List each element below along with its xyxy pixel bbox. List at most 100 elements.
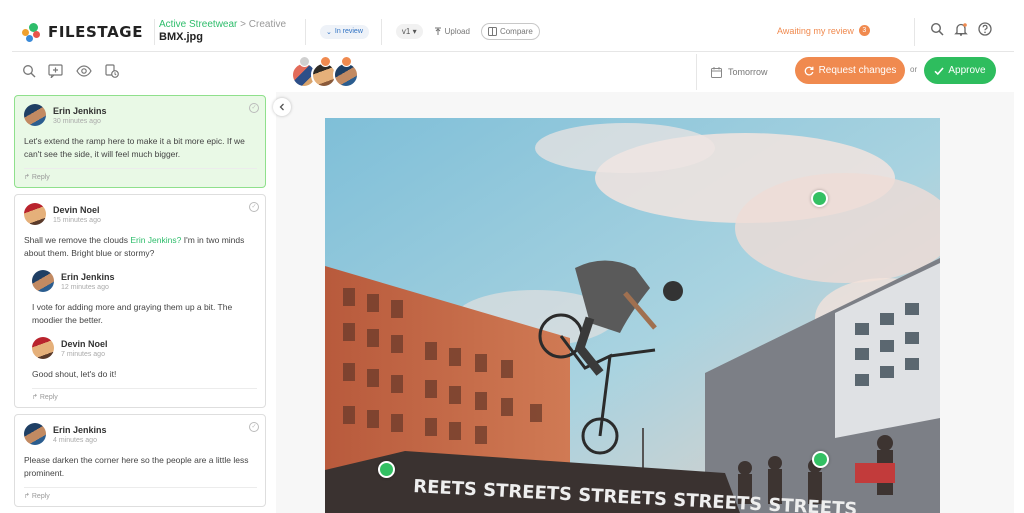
refresh-icon xyxy=(804,66,814,76)
zoom-icon[interactable] xyxy=(22,64,36,78)
resolve-check-icon[interactable]: ✓ xyxy=(249,103,259,113)
due-date[interactable]: Tomorrow xyxy=(696,54,768,90)
compare-button[interactable]: Compare xyxy=(480,23,540,40)
header-divider xyxy=(305,18,306,45)
comment-author: Erin Jenkins xyxy=(53,424,107,435)
comment-card[interactable]: ✓ Devin Noel 15 minutes ago Shall we rem… xyxy=(14,194,266,408)
avatar xyxy=(24,423,46,445)
user-mention[interactable]: Erin Jenkins? xyxy=(130,235,181,245)
compare-versions-icon[interactable] xyxy=(104,64,120,78)
logo[interactable]: FILESTAGE xyxy=(12,22,154,42)
upload-button[interactable]: Upload xyxy=(428,24,476,39)
chevron-down-icon: ▾ xyxy=(412,27,417,36)
reply-time: 7 minutes ago xyxy=(61,350,105,358)
reply-link[interactable]: ↱ Reply xyxy=(32,393,257,402)
search-icon[interactable] xyxy=(930,22,944,36)
reply-icon: ↱ xyxy=(32,394,38,401)
upload-icon xyxy=(434,27,441,35)
breadcrumb: Active Streetwear > Creative BMX.jpg xyxy=(155,19,305,44)
reply-label: Reply xyxy=(31,492,50,500)
presence-indicator xyxy=(341,56,352,67)
version-label: v1 xyxy=(401,27,411,36)
review-app: FILESTAGE Active Streetwear > Creative B… xyxy=(0,0,1024,513)
request-changes-button[interactable]: Request changes xyxy=(795,57,905,84)
comment-time: 30 minutes ago xyxy=(53,117,101,125)
divider xyxy=(32,388,257,389)
annotation-pin[interactable] xyxy=(811,190,828,207)
avatar xyxy=(32,337,54,359)
divider xyxy=(24,487,257,488)
header-divider xyxy=(380,18,382,45)
review-image[interactable]: REETS STREETS STREETS STREETS STREETS xyxy=(325,118,940,513)
reviewers-avatars[interactable] xyxy=(291,56,363,90)
reply-item: Erin Jenkins 12 minutes ago I vote for a… xyxy=(32,270,257,327)
breadcrumb-project[interactable]: Active Streetwear xyxy=(159,19,237,30)
header-divider xyxy=(914,18,915,46)
comment-text: Shall we remove the clouds Erin Jenkins?… xyxy=(24,234,257,260)
reply-label: Reply xyxy=(31,173,50,181)
reply-time: 12 minutes ago xyxy=(61,283,109,291)
avatar xyxy=(24,104,46,126)
header-icons xyxy=(930,22,992,36)
status-dropdown[interactable]: ⌄ In review xyxy=(320,24,369,39)
logo-icon xyxy=(22,22,42,42)
due-date-label: Tomorrow xyxy=(728,67,768,77)
comment-card[interactable]: ✓ Erin Jenkins 30 minutes ago Let's exte… xyxy=(14,95,266,188)
comments-sidebar: ✓ Erin Jenkins 30 minutes ago Let's exte… xyxy=(14,95,266,513)
version-dropdown[interactable]: v1 ▾ xyxy=(395,24,423,39)
collapse-sidebar-button[interactable] xyxy=(273,98,291,116)
review-toolbar: Tomorrow Request changes or Approve xyxy=(12,54,1014,90)
presence-indicator xyxy=(320,56,331,67)
comment-text: Please darken the corner here so the peo… xyxy=(24,455,249,478)
help-icon[interactable] xyxy=(978,22,992,36)
reply-icon: ↱ xyxy=(24,174,30,181)
annotation-tools xyxy=(22,64,120,78)
presence-indicator xyxy=(299,56,310,67)
bmx-photo: REETS STREETS STREETS STREETS STREETS xyxy=(325,118,940,513)
comment-text: Let's extend the ramp here to make it a … xyxy=(24,136,245,159)
comment-author: Devin Noel xyxy=(53,204,100,215)
reply-link[interactable]: ↱ Reply xyxy=(24,492,257,501)
comment-time: 4 minutes ago xyxy=(53,436,97,444)
comment-author: Erin Jenkins xyxy=(53,105,107,116)
reply-author: Erin Jenkins xyxy=(61,271,115,282)
compare-label: Compare xyxy=(499,27,533,36)
comment-time: 15 minutes ago xyxy=(53,216,101,224)
comment-card[interactable]: ✓ Erin Jenkins 4 minutes ago Please dark… xyxy=(14,414,266,507)
reply-text: I vote for adding more and graying them … xyxy=(32,302,233,325)
annotation-pin[interactable] xyxy=(812,451,829,468)
comment-text-part: Shall we remove the clouds xyxy=(24,235,131,245)
logo-text: FILESTAGE xyxy=(48,22,144,41)
compare-icon xyxy=(487,27,497,36)
check-icon xyxy=(934,66,944,75)
awaiting-label: Awaiting my review xyxy=(777,25,854,36)
file-name: BMX.jpg xyxy=(159,30,203,43)
calendar-icon xyxy=(711,66,722,78)
top-bar: FILESTAGE Active Streetwear > Creative B… xyxy=(12,12,1014,52)
reply-icon: ↱ xyxy=(24,493,30,500)
eye-icon[interactable] xyxy=(76,64,92,78)
upload-label: Upload xyxy=(444,27,470,36)
reply-link[interactable]: ↱ Reply xyxy=(24,173,257,182)
avatar xyxy=(24,203,46,225)
reply-item: Devin Noel 7 minutes ago Good shout, let… xyxy=(32,337,257,381)
approve-button[interactable]: Approve xyxy=(924,57,996,84)
bell-icon[interactable] xyxy=(954,22,968,36)
chevron-left-icon xyxy=(279,103,284,111)
annotation-pin[interactable] xyxy=(378,461,395,478)
divider xyxy=(24,168,257,169)
reply-label: Reply xyxy=(39,393,58,401)
resolve-check-icon[interactable]: ✓ xyxy=(249,422,259,432)
or-label: or xyxy=(910,65,918,74)
approve-label: Approve xyxy=(948,65,986,76)
avatar xyxy=(32,270,54,292)
reply-author: Devin Noel xyxy=(61,338,108,349)
awaiting-review-link[interactable]: Awaiting my review 3 xyxy=(777,25,870,36)
awaiting-count-badge: 3 xyxy=(858,25,870,36)
reply-text: Good shout, let's do it! xyxy=(32,369,117,379)
resolve-check-icon[interactable]: ✓ xyxy=(249,202,259,212)
status-label: In review xyxy=(334,28,363,35)
breadcrumb-section[interactable]: Creative xyxy=(249,19,286,30)
chevron-down-icon: ⌄ xyxy=(326,28,332,36)
add-comment-icon[interactable] xyxy=(48,64,64,78)
